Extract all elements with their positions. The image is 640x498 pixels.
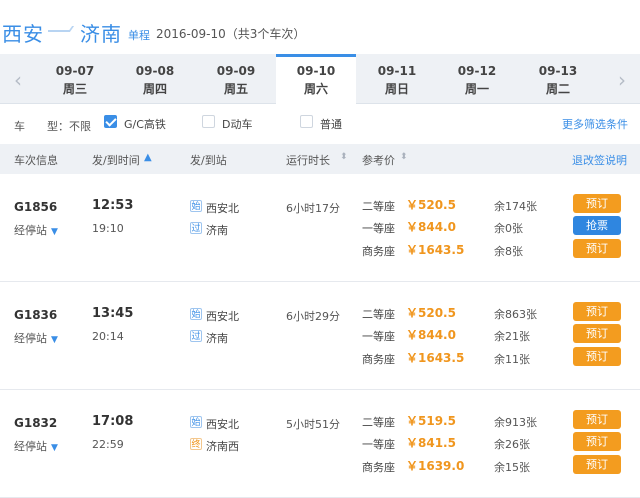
- seat-price: ￥844.0: [406, 328, 456, 342]
- tab-date: 09-08: [135, 64, 175, 78]
- filter-label: 车 型：不限: [14, 120, 91, 133]
- sort-icon[interactable]: ⬍: [400, 152, 408, 162]
- chevron-left-icon[interactable]: ‹: [6, 68, 30, 92]
- book-button[interactable]: 预订: [573, 347, 621, 366]
- checkbox-d[interactable]: [202, 115, 215, 128]
- sort-asc-icon[interactable]: ▲: [144, 152, 152, 163]
- seat-row: 二等座 ￥520.5 余174张 预订: [0, 194, 640, 216]
- tab-weekday: 周三: [62, 82, 87, 96]
- date-tab-0907[interactable]: 09-07 周三: [35, 54, 115, 104]
- seat-remaining: 余21张: [494, 330, 530, 343]
- route-header: 西安 济南 单程 2016-09-10（共3个车次）: [0, 0, 640, 52]
- tab-date: 09-09: [216, 64, 256, 78]
- seat-price: ￥1639.0: [406, 459, 465, 473]
- to-city: 济南: [80, 22, 122, 46]
- seat-price: ￥1643.5: [406, 243, 465, 257]
- filter-option-gc[interactable]: G/C高铁: [124, 116, 166, 132]
- refund-policy-link[interactable]: 退改签说明: [572, 152, 627, 168]
- trip-type: 单程: [128, 29, 150, 42]
- book-button[interactable]: 预订: [573, 194, 621, 213]
- tab-weekday: 周一: [464, 82, 489, 96]
- book-button[interactable]: 预订: [573, 302, 621, 321]
- table-row: G1832 经停站 ▼ 17:08 22:59 始 西安北 终 济南西 5小时51…: [0, 390, 640, 498]
- seat-row: 一等座 ￥841.5 余26张 预订: [0, 432, 640, 454]
- sort-icon[interactable]: ⬍: [340, 152, 348, 162]
- seat-row: 一等座 ￥844.0 余0张 抢票: [0, 216, 640, 238]
- table-header: 车次信息 发/到时间 ▲ 发/到站 运行时长 ⬍ 参考价 ⬍ 退改签说明: [0, 144, 640, 174]
- tab-date: 09-13: [538, 64, 578, 78]
- seat-row: 商务座 ￥1639.0 余15张 预订: [0, 455, 640, 477]
- grab-ticket-button[interactable]: 抢票: [573, 216, 621, 235]
- date-tabs: ‹ 09-07 周三 09-08 周四 09-09 周五 09-10 周六 09…: [0, 54, 640, 105]
- col-price[interactable]: 参考价: [362, 152, 395, 168]
- filter-option-normal[interactable]: 普通: [320, 116, 342, 132]
- seat-row: 商务座 ￥1643.5 余11张 预订: [0, 347, 640, 369]
- date-tab-0913[interactable]: 09-13 周二: [518, 54, 598, 104]
- book-button[interactable]: 预订: [573, 324, 621, 343]
- seat-price: ￥520.5: [406, 306, 456, 320]
- checkbox-normal[interactable]: [300, 115, 313, 128]
- tab-weekday: 周二: [545, 82, 570, 96]
- tab-date: 09-07: [55, 64, 95, 78]
- more-filters-link[interactable]: 更多筛选条件: [562, 116, 628, 132]
- tab-weekday: 周日: [384, 82, 409, 96]
- tab-weekday: 周五: [223, 82, 248, 96]
- route-arrow-icon: [48, 30, 70, 32]
- tab-date: 09-11: [377, 64, 417, 78]
- seat-row: 二等座 ￥520.5 余863张 预订: [0, 302, 640, 324]
- date-tab-0910[interactable]: 09-10 周六: [276, 54, 356, 105]
- train-type-filter: 车 型：不限 G/C高铁 D动车 普通 更多筛选条件: [0, 104, 640, 144]
- tab-weekday: 周六: [303, 82, 328, 96]
- seat-class: 一等座: [362, 222, 395, 235]
- seat-price: ￥1643.5: [406, 351, 465, 365]
- date-tab-0908[interactable]: 09-08 周四: [115, 54, 195, 104]
- seat-remaining: 余8张: [494, 245, 523, 258]
- seat-remaining: 余913张: [494, 416, 537, 429]
- book-button[interactable]: 预订: [573, 239, 621, 258]
- tab-date: 09-10: [296, 64, 336, 78]
- seat-row: 二等座 ￥519.5 余913张 预订: [0, 410, 640, 432]
- seat-price: ￥520.5: [406, 198, 456, 212]
- book-button[interactable]: 预订: [573, 410, 621, 429]
- col-time[interactable]: 发/到时间: [92, 152, 140, 168]
- seat-class: 一等座: [362, 330, 395, 343]
- seat-row: 一等座 ￥844.0 余21张 预订: [0, 324, 640, 346]
- book-button[interactable]: 预订: [573, 455, 621, 474]
- col-duration[interactable]: 运行时长: [286, 152, 330, 168]
- seat-remaining: 余11张: [494, 353, 530, 366]
- seat-remaining: 余174张: [494, 200, 537, 213]
- date-tab-0911[interactable]: 09-11 周日: [357, 54, 437, 104]
- seat-class: 商务座: [362, 245, 395, 258]
- table-row: G1856 经停站 ▼ 12:53 19:10 始 西安北 过 济南 6小时17分…: [0, 174, 640, 282]
- seat-class: 二等座: [362, 308, 395, 321]
- col-station: 发/到站: [190, 154, 227, 167]
- seat-remaining: 余0张: [494, 222, 523, 235]
- seat-class: 一等座: [362, 438, 395, 451]
- date-tab-0912[interactable]: 09-12 周一: [437, 54, 517, 104]
- tab-weekday: 周四: [142, 82, 167, 96]
- seat-class: 二等座: [362, 200, 395, 213]
- chevron-right-icon[interactable]: ›: [610, 68, 634, 92]
- seat-class: 商务座: [362, 353, 395, 366]
- seat-class: 二等座: [362, 416, 395, 429]
- seat-price: ￥841.5: [406, 436, 456, 450]
- filter-option-d[interactable]: D动车: [222, 116, 252, 132]
- seat-price: ￥519.5: [406, 414, 456, 428]
- date-summary: 2016-09-10（共3个车次）: [156, 27, 306, 41]
- seat-remaining: 余26张: [494, 438, 530, 451]
- seat-remaining: 余15张: [494, 461, 530, 474]
- col-train: 车次信息: [14, 154, 58, 167]
- book-button[interactable]: 预订: [573, 432, 621, 451]
- seat-price: ￥844.0: [406, 220, 456, 234]
- seat-class: 商务座: [362, 461, 395, 474]
- from-city: 西安: [2, 22, 44, 46]
- tab-date: 09-12: [457, 64, 497, 78]
- checkbox-gc[interactable]: [104, 115, 117, 128]
- seat-remaining: 余863张: [494, 308, 537, 321]
- date-tab-0909[interactable]: 09-09 周五: [196, 54, 276, 104]
- seat-row: 商务座 ￥1643.5 余8张 预订: [0, 239, 640, 261]
- table-row: G1836 经停站 ▼ 13:45 20:14 始 西安北 过 济南 6小时29分…: [0, 282, 640, 390]
